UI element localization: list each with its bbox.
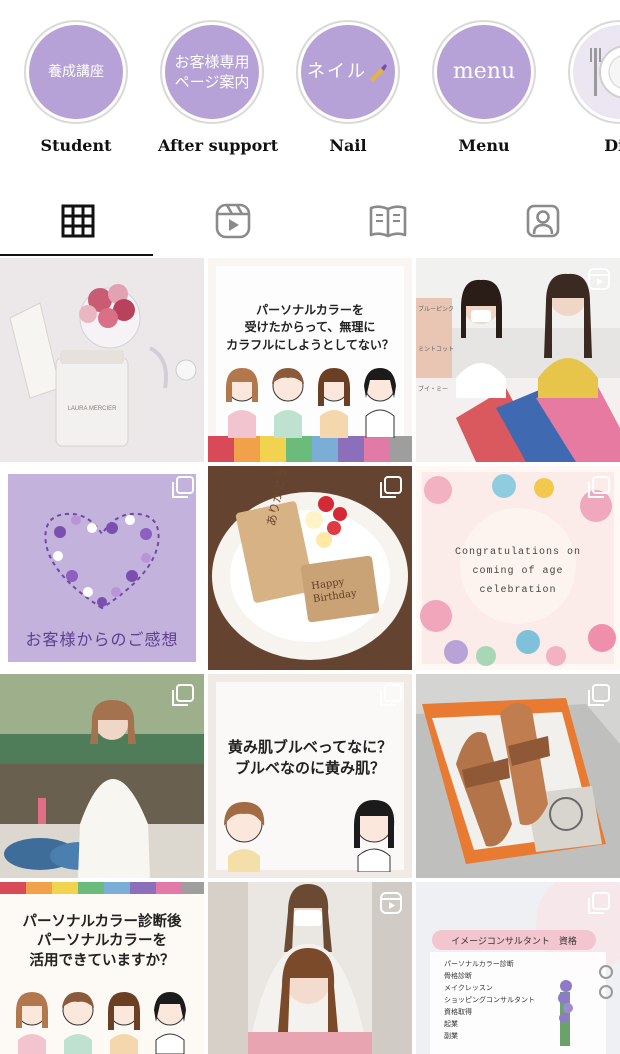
- tagged-user-icon: [526, 204, 559, 238]
- caption-line: Congratulations on: [454, 546, 582, 558]
- grid-icon: [61, 204, 94, 238]
- color-swatch-label: ミントコット: [418, 347, 455, 353]
- highlight-ring: ネイル: [296, 20, 400, 124]
- tab-reels[interactable]: [155, 188, 310, 254]
- highlight-menu[interactable]: menu Menu: [430, 20, 538, 155]
- tab-guides[interactable]: [310, 188, 465, 254]
- posts-grid: LAURA MERCIER パーソナルカラーを 受けたからって、無理に カラフル…: [0, 258, 620, 1054]
- post-2[interactable]: パーソナルカラーを 受けたからって、無理に カラフルにしようとしてない？: [208, 258, 412, 462]
- post-10[interactable]: パーソナルカラー診断後 パーソナルカラーを 活用できていますか？: [0, 882, 204, 1054]
- carousel-badge-icon: [588, 892, 610, 914]
- caption-line: 受けたからって、無理に: [244, 320, 376, 335]
- qualification-item: 起業: [444, 1020, 458, 1028]
- post-6[interactable]: Congratulations on coming of age celebra…: [416, 466, 620, 670]
- highlight-cover: 養成講座: [29, 25, 123, 119]
- caption-line: coming of age: [472, 565, 564, 577]
- color-swatch-label: ブルーピンク: [418, 307, 455, 313]
- post-11[interactable]: [208, 882, 412, 1054]
- qualification-item: 資格取得: [444, 1008, 472, 1016]
- caption-line: パーソナルカラーを: [256, 302, 364, 317]
- carousel-badge-icon: [588, 684, 610, 706]
- reels-icon: [215, 203, 250, 239]
- post-5[interactable]: ありがとう Happy Birthday: [208, 466, 412, 670]
- highlight-cover-line: お客様専用: [174, 52, 250, 71]
- illustrated-women: [224, 800, 395, 872]
- qualification-item: ショッピングコンサルタント: [444, 996, 535, 1004]
- highlight-cover-text: ネイル: [307, 60, 367, 82]
- highlight-cover: ネイル: [301, 25, 395, 119]
- reels-badge-icon: [380, 892, 402, 914]
- highlight-ring: [568, 20, 620, 124]
- caption-line: カラフルにしようとしてない？: [226, 337, 394, 352]
- highlight-cover-line: ページ案内: [174, 73, 250, 91]
- highlight-label: Din: [604, 136, 620, 155]
- post-12[interactable]: イメージコンサルタント 資格 パーソナルカラー診断 骨格診断 メイクレッスン シ…: [416, 882, 620, 1054]
- post-caption: お客様からのご感想: [25, 630, 179, 649]
- highlight-cover: menu: [437, 25, 531, 119]
- post-caption: Congratulations on coming of age celebra…: [416, 536, 620, 606]
- plate-cutlery-icon: [590, 45, 620, 99]
- post-4[interactable]: お客様からのご感想: [0, 466, 204, 670]
- highlight-ring: お客様専用 ページ案内: [160, 20, 264, 124]
- tab-posts[interactable]: [0, 188, 155, 254]
- highlight-label: Nail: [329, 136, 367, 155]
- profile-tabs: [0, 188, 620, 258]
- caption-line: パーソナルカラー診断後: [22, 912, 182, 930]
- product-label: LAURA MERCIER: [67, 406, 117, 412]
- post-caption: パーソナルカラーを 受けたからって、無理に カラフルにしようとしてない？: [218, 298, 402, 358]
- color-swatch-label: ブイ・ミー: [418, 387, 449, 393]
- qualification-item: 骨格診断: [444, 972, 472, 980]
- qualification-list: パーソナルカラー診断 骨格診断 メイクレッスン ショッピングコンサルタント 資格…: [444, 958, 564, 1042]
- highlight-label: After support: [158, 136, 279, 155]
- post-image: [0, 258, 204, 462]
- post-9[interactable]: [416, 674, 620, 878]
- caption-line: celebration: [479, 584, 557, 596]
- post-caption: 黄み肌ブルベってなに？ ブルベなのに黄み肌？: [216, 732, 404, 784]
- post-3[interactable]: ブルーピンク ミントコット ブイ・ミー: [416, 258, 620, 462]
- highlight-label: Menu: [458, 136, 510, 155]
- active-tab-indicator: [0, 254, 153, 256]
- highlight-dinner[interactable]: Din: [566, 20, 620, 155]
- caption-line: 活用できていますか？: [29, 951, 175, 969]
- post-8[interactable]: 黄み肌ブルベってなに？ ブルベなのに黄み肌？: [208, 674, 412, 878]
- carousel-badge-icon: [380, 476, 402, 498]
- caption-line: ブルベなのに黄み肌？: [234, 759, 385, 777]
- qualification-item: 副業: [444, 1032, 458, 1040]
- illustrated-women: [226, 368, 396, 438]
- reels-badge-icon: [588, 268, 610, 290]
- highlight-after-support[interactable]: お客様専用 ページ案内 After support: [158, 20, 279, 155]
- highlight-ring: menu: [432, 20, 536, 124]
- carousel-badge-icon: [172, 476, 194, 498]
- illustrated-women: [16, 992, 186, 1054]
- story-highlights: 養成講座 Student お客様専用 ページ案内 After support ネ…: [0, 0, 620, 180]
- highlight-cover: お客様専用 ページ案内: [165, 25, 259, 119]
- highlight-ring: 養成講座: [24, 20, 128, 124]
- qualification-item: パーソナルカラー診断: [444, 960, 514, 968]
- post-caption: パーソナルカラー診断後 パーソナルカラーを 活用できていますか？: [4, 908, 200, 974]
- highlight-label: Student: [40, 136, 112, 155]
- flower-heart-illustration: [44, 512, 160, 610]
- carousel-badge-icon: [380, 684, 402, 706]
- nail-polish-icon: [370, 64, 387, 82]
- tab-tagged[interactable]: [465, 188, 620, 254]
- post-1[interactable]: LAURA MERCIER: [0, 258, 204, 462]
- caption-line: 黄み肌ブルベってなに？: [227, 738, 393, 756]
- post-7[interactable]: [0, 674, 204, 878]
- post-title-banner: イメージコンサルタント 資格: [432, 930, 596, 950]
- carousel-badge-icon: [588, 476, 610, 498]
- highlight-cover: [573, 25, 620, 119]
- caption-line: パーソナルカラーを: [36, 932, 168, 950]
- highlight-student[interactable]: 養成講座 Student: [22, 20, 130, 155]
- highlight-nail[interactable]: ネイル Nail: [294, 20, 402, 155]
- qualification-item: メイクレッスン: [444, 984, 493, 992]
- guide-book-icon: [369, 205, 406, 238]
- carousel-badge-icon: [172, 684, 194, 706]
